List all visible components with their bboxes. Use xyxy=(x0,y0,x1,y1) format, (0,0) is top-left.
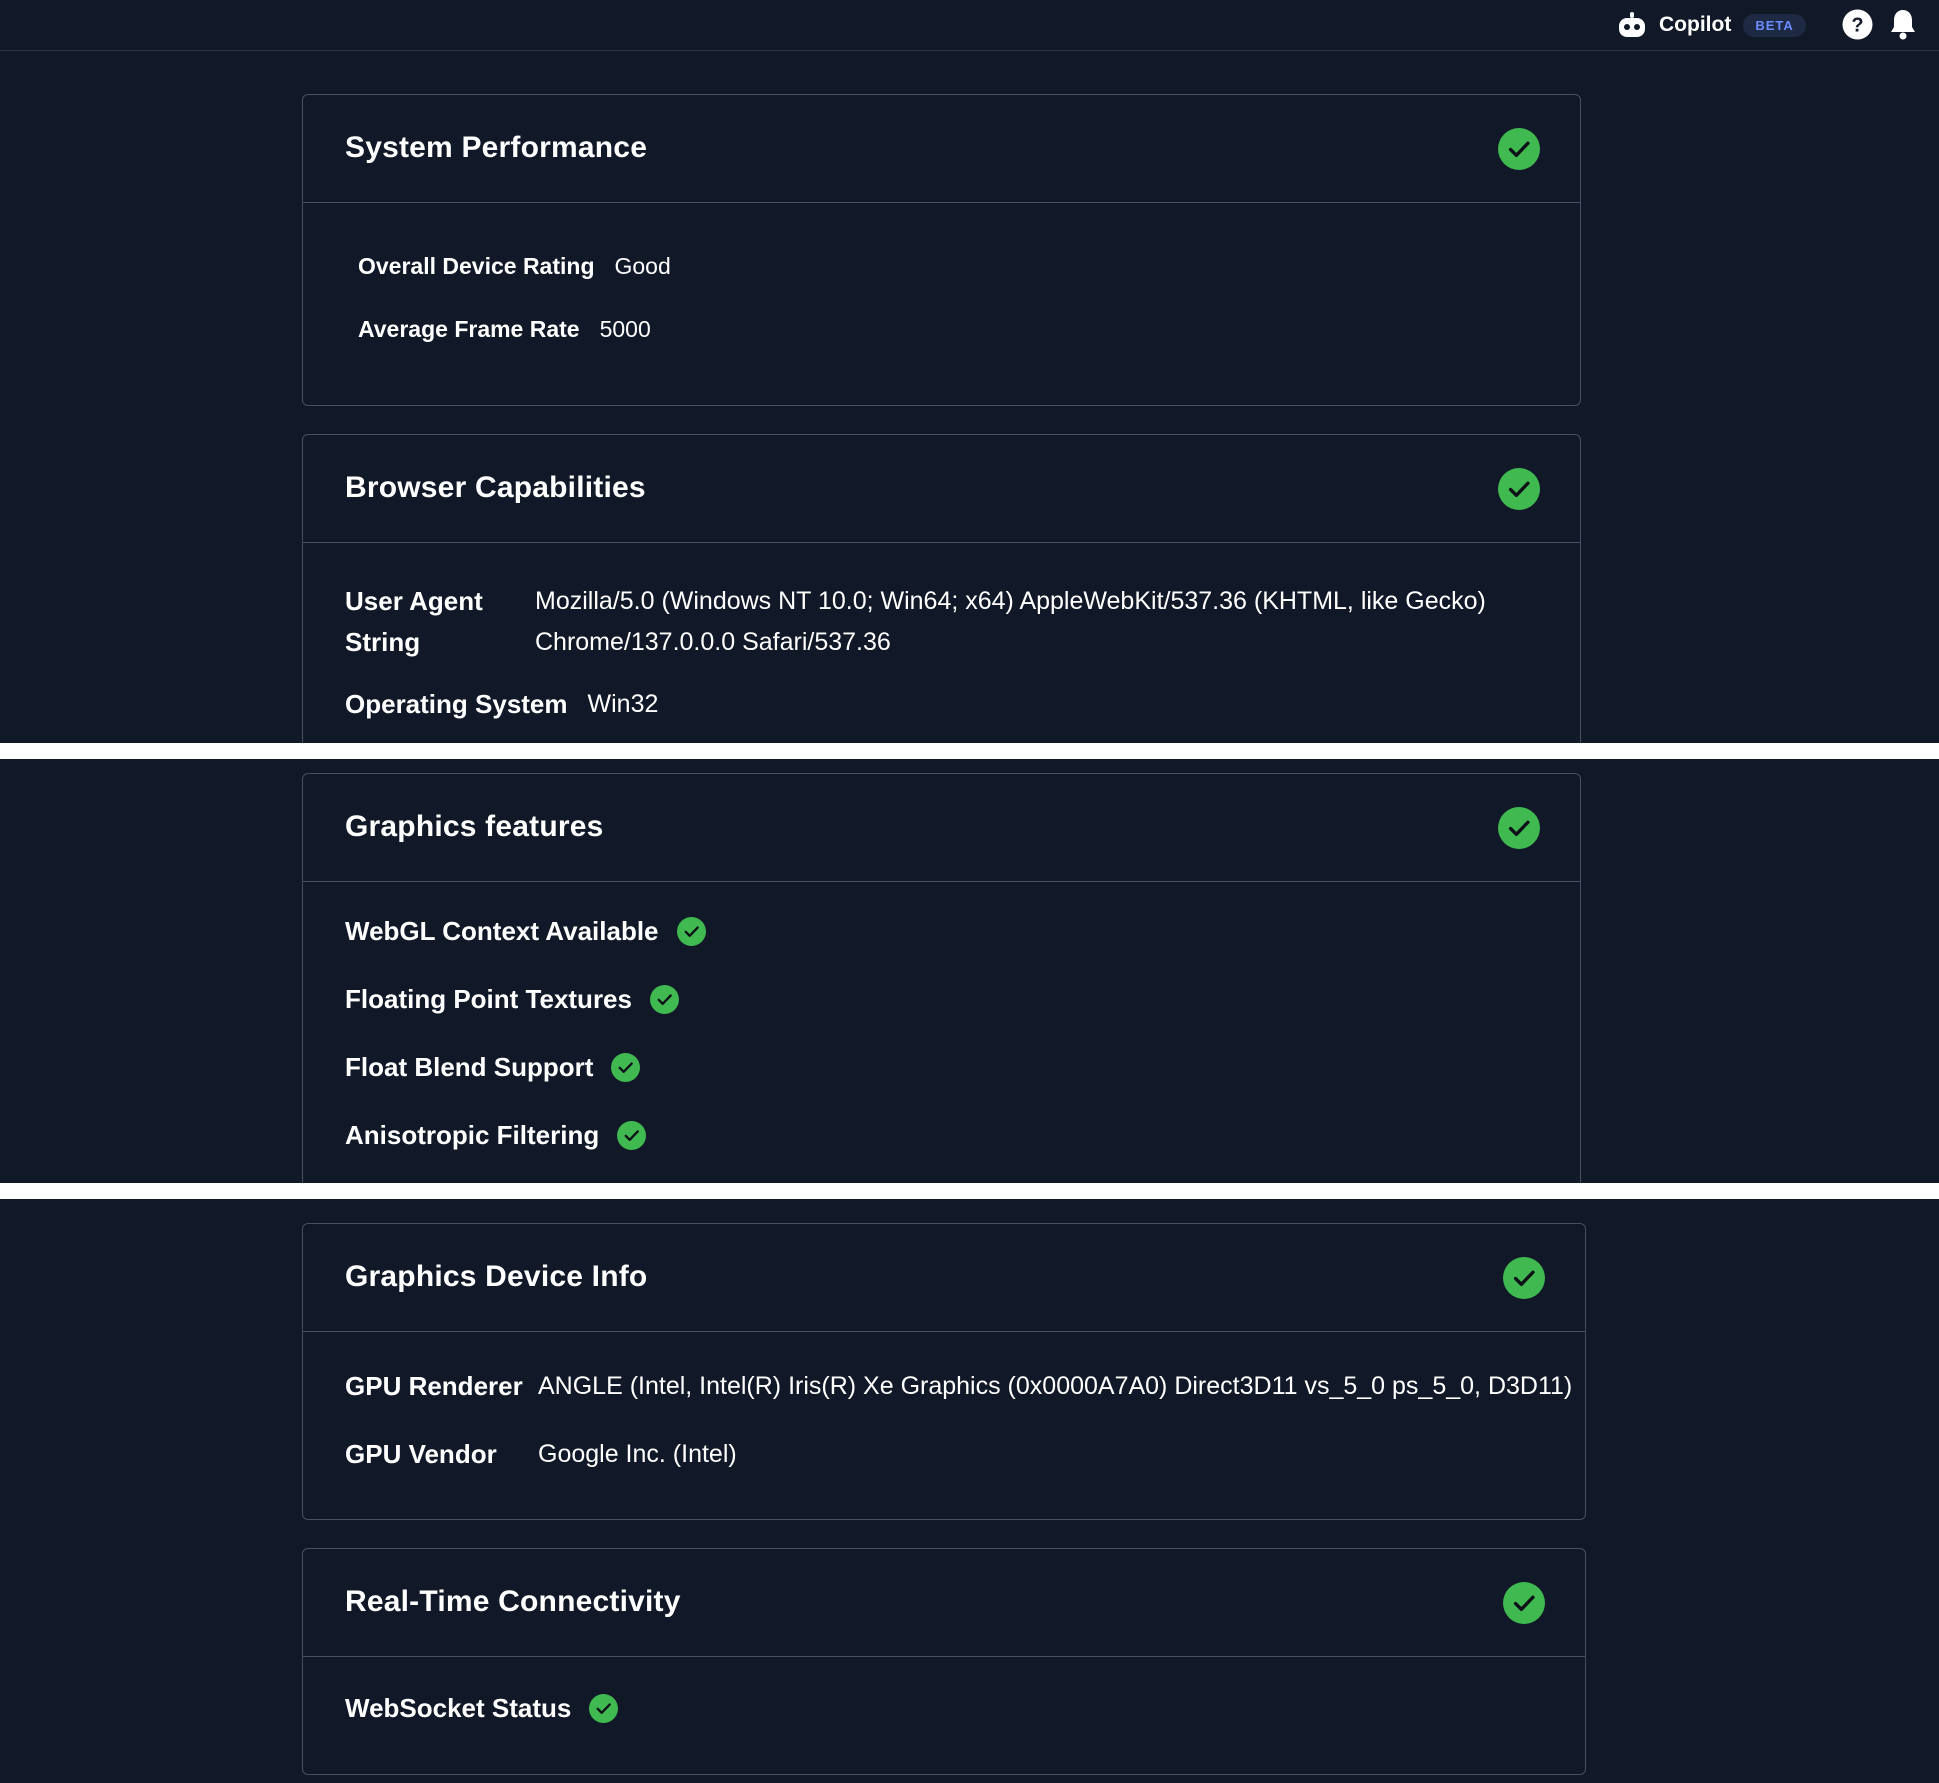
copilot-button[interactable]: Copilot BETA xyxy=(1617,9,1806,41)
help-icon[interactable]: ? xyxy=(1842,9,1873,40)
card-title: Browser Capabilities xyxy=(345,471,646,504)
beta-badge: BETA xyxy=(1743,13,1806,37)
gpu-renderer-label: GPU Renderer xyxy=(345,1371,523,1401)
gpu-vendor-label: GPU Vendor xyxy=(345,1439,497,1469)
feature-item: Anisotropic Filtering xyxy=(345,1120,646,1151)
websocket-status-row: WebSocket Status xyxy=(345,1693,618,1724)
graphics-device-info-card: Graphics Device Info GPU Renderer ANGLE … xyxy=(302,1223,1586,1520)
copilot-bot-icon xyxy=(1619,12,1645,37)
user-agent-value: Mozilla/5.0 (Windows NT 10.0; Win64; x64… xyxy=(535,587,1486,656)
bell-icon[interactable] xyxy=(1889,8,1917,40)
browser-capabilities-card: Browser Capabilities User Agent String M… xyxy=(302,434,1581,743)
operating-system-value: Win32 xyxy=(587,690,659,718)
svg-text:?: ? xyxy=(1851,15,1863,37)
websocket-status-label: WebSocket Status xyxy=(345,1693,572,1723)
feature-label: WebGL Context Available xyxy=(345,916,659,946)
check-circle-icon xyxy=(1498,128,1540,170)
feature-label: Float Blend Support xyxy=(345,1052,594,1082)
browser-capabilities-header[interactable]: Browser Capabilities xyxy=(303,435,1580,543)
realtime-connectivity-card: Real-Time Connectivity WebSocket Status xyxy=(302,1548,1586,1775)
card-title: Graphics Device Info xyxy=(345,1260,648,1293)
top-bar: Copilot BETA ? xyxy=(0,0,1939,51)
check-circle-icon xyxy=(611,1053,640,1082)
operating-system-row: Operating System Win32 xyxy=(345,689,658,720)
feature-item: Float Blend Support xyxy=(345,1052,640,1083)
graphics-device-info-header[interactable]: Graphics Device Info xyxy=(303,1224,1585,1332)
check-circle-icon xyxy=(1498,807,1540,849)
average-frame-rate-label: Average Frame Rate xyxy=(358,316,580,342)
overall-device-rating-value: Good xyxy=(614,253,671,279)
system-performance-card: System Performance Overall Device Rating… xyxy=(302,94,1581,406)
user-agent-label: User Agent String xyxy=(345,586,483,657)
screenshot-section-1: Copilot BETA ? System Performance Overal… xyxy=(0,0,1939,743)
screenshot-section-2: Graphics features WebGL Context Availabl… xyxy=(0,759,1939,1183)
check-circle-icon xyxy=(677,917,706,946)
check-circle-icon xyxy=(617,1121,646,1150)
overall-device-rating-label: Overall Device Rating xyxy=(358,253,595,279)
card-title: System Performance xyxy=(345,131,648,164)
overall-device-rating-row: Overall Device Rating Good xyxy=(358,253,671,280)
card-title: Graphics features xyxy=(345,810,604,843)
section-separator xyxy=(0,1183,1939,1199)
average-frame-rate-row: Average Frame Rate 5000 xyxy=(358,316,651,343)
graphics-features-card: Graphics features WebGL Context Availabl… xyxy=(302,773,1581,1183)
graphics-features-header[interactable]: Graphics features xyxy=(303,774,1580,882)
card-title: Real-Time Connectivity xyxy=(345,1585,681,1618)
check-circle-icon xyxy=(1498,468,1540,510)
check-circle-icon xyxy=(650,985,679,1014)
gpu-renderer-value: ANGLE (Intel, Intel(R) Iris(R) Xe Graphi… xyxy=(538,1372,1573,1400)
copilot-label: Copilot xyxy=(1659,13,1732,36)
gpu-vendor-value: Google Inc. (Intel) xyxy=(538,1440,737,1468)
average-frame-rate-value: 5000 xyxy=(599,316,651,342)
screenshot-section-3: Graphics Device Info GPU Renderer ANGLE … xyxy=(0,1199,1939,1783)
system-performance-header[interactable]: System Performance xyxy=(303,95,1580,203)
section-separator xyxy=(0,743,1939,759)
feature-label: Floating Point Textures xyxy=(345,984,632,1014)
check-circle-icon xyxy=(589,1694,618,1723)
operating-system-label: Operating System xyxy=(345,689,568,719)
check-circle-icon xyxy=(1503,1582,1545,1624)
feature-item: WebGL Context Available xyxy=(345,916,706,947)
check-circle-icon xyxy=(1503,1257,1545,1299)
feature-item: Floating Point Textures xyxy=(345,984,679,1015)
realtime-connectivity-header[interactable]: Real-Time Connectivity xyxy=(303,1549,1585,1657)
feature-label: Anisotropic Filtering xyxy=(345,1120,600,1150)
